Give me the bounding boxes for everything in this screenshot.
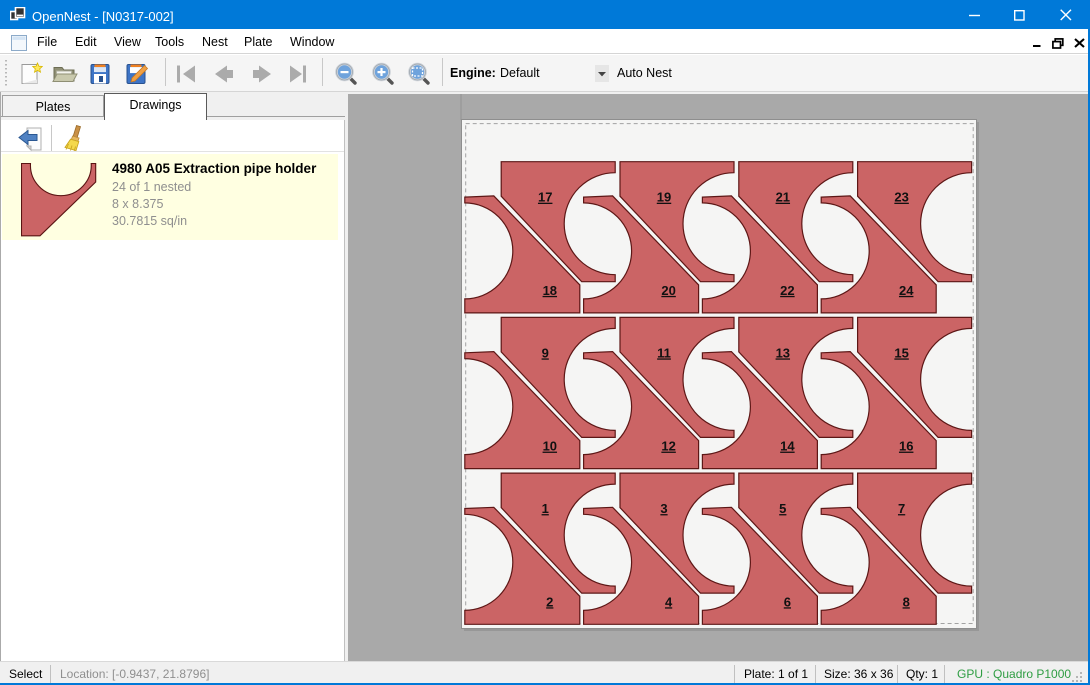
svg-text:6: 6: [784, 594, 791, 609]
svg-text:10: 10: [543, 439, 557, 454]
svg-text:24: 24: [899, 283, 914, 298]
svg-text:7: 7: [898, 501, 905, 516]
svg-text:21: 21: [776, 190, 790, 205]
svg-text:5: 5: [779, 501, 786, 516]
svg-text:17: 17: [538, 190, 552, 205]
svg-text:18: 18: [543, 283, 557, 298]
svg-text:16: 16: [899, 439, 913, 454]
svg-text:9: 9: [542, 345, 549, 360]
svg-text:12: 12: [661, 439, 675, 454]
svg-text:8: 8: [903, 594, 910, 609]
svg-text:14: 14: [780, 439, 795, 454]
svg-text:4: 4: [665, 594, 673, 609]
svg-text:15: 15: [894, 345, 908, 360]
svg-text:11: 11: [657, 345, 671, 360]
svg-text:22: 22: [780, 283, 794, 298]
svg-text:2: 2: [546, 594, 553, 609]
svg-text:19: 19: [657, 190, 671, 205]
svg-text:20: 20: [661, 283, 675, 298]
svg-text:13: 13: [776, 345, 790, 360]
svg-text:23: 23: [894, 190, 908, 205]
svg-text:1: 1: [542, 501, 549, 516]
svg-text:3: 3: [660, 501, 667, 516]
